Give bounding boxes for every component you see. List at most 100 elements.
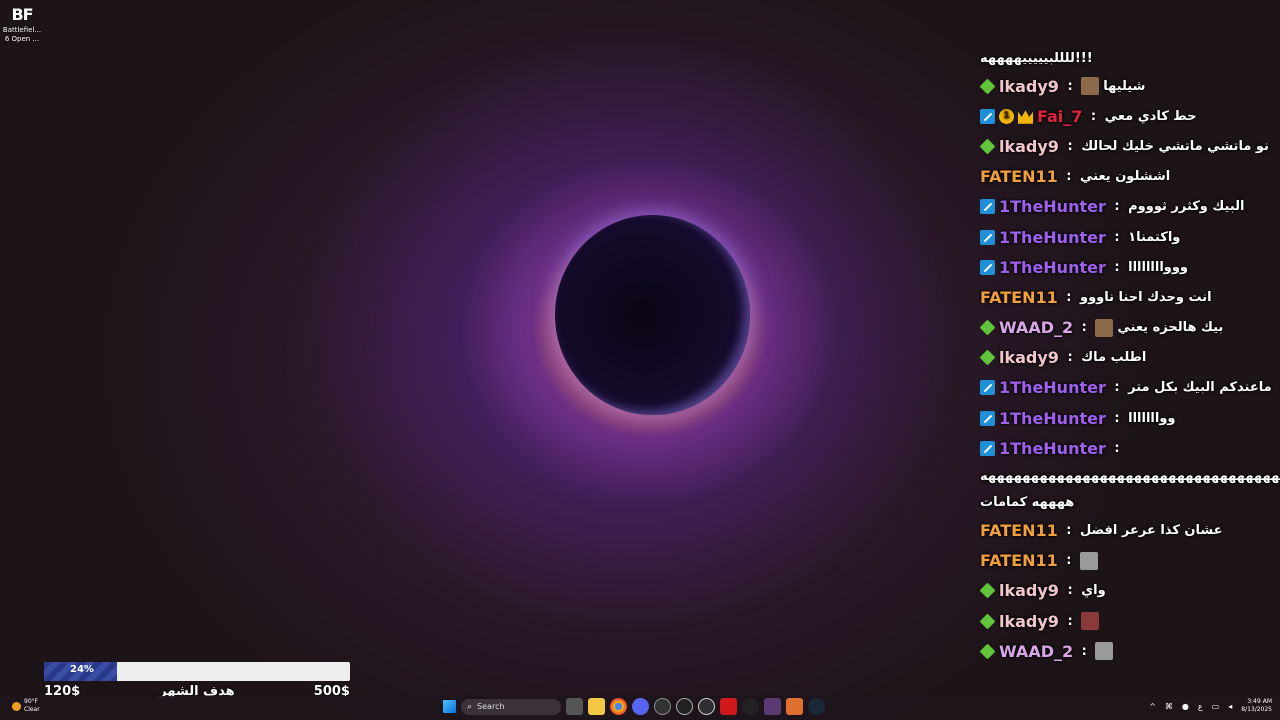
chat-separator: : xyxy=(1086,108,1101,124)
battlefield-app-icon[interactable] xyxy=(720,698,737,715)
chat-separator: : xyxy=(1077,320,1092,336)
sword-badge-icon xyxy=(980,108,995,124)
chat-username[interactable]: FATEN11 xyxy=(980,167,1058,186)
chat-message-text: واي xyxy=(1081,583,1106,599)
chat-message: 1TheHunter : ماعندكم البيك بكل متر xyxy=(980,373,1276,403)
app-icon-1[interactable] xyxy=(654,698,671,715)
chat-username[interactable]: 1TheHunter xyxy=(999,258,1106,277)
sword-badge-icon xyxy=(980,259,995,275)
chat-message: 1TheHunter : البيك وكثرر ثوووم xyxy=(980,192,1276,222)
chat-message-text: ماعندكم البيك بكل متر xyxy=(1128,380,1272,396)
app-icon-3[interactable] xyxy=(742,698,759,715)
sword-badge-icon xyxy=(980,199,995,215)
chat-emote-icon xyxy=(1081,77,1100,96)
search-icon: ⌕ xyxy=(467,701,473,712)
chat-username[interactable]: FATEN11 xyxy=(980,288,1058,307)
weather-widget[interactable]: 90°F Clear xyxy=(12,698,40,714)
desktop-shortcut-battlefield[interactable]: BF Battlefiel... 6 Open ... xyxy=(2,4,42,44)
steam-icon[interactable] xyxy=(808,698,825,715)
chat-separator: : xyxy=(1061,289,1076,305)
chat-message-text: ووواااااااا xyxy=(1128,259,1189,275)
chat-message-text: اطلب ماك xyxy=(1081,350,1147,366)
chat-username[interactable]: 1TheHunter xyxy=(999,409,1106,428)
chat-message-text: حط كادي معي xyxy=(1104,108,1197,124)
chat-overlay: !!!للللبيييييههههه lkady9 : شيليها 1 Fai_7 … xyxy=(979,45,1280,666)
chat-username[interactable]: 1TheHunter xyxy=(999,378,1106,397)
chat-username[interactable]: Fai_7 xyxy=(1037,107,1082,126)
taskbar-search-input[interactable]: ⌕ Search xyxy=(461,698,561,715)
chat-message: lkady9 : اطلب ماك xyxy=(979,343,1276,373)
windows-start-icon[interactable] xyxy=(443,700,456,713)
chat-separator: : xyxy=(1062,613,1078,629)
taskbar: 90°F Clear ⌕ Search ^ ⌘ ● ع ▭ ◂ 3:49 AM … xyxy=(0,696,1280,720)
chat-username[interactable]: 1TheHunter xyxy=(999,228,1106,247)
chat-message-row: ههههه كمامات xyxy=(980,495,1074,510)
weather-temp: 90°F xyxy=(24,698,39,705)
chat-username[interactable]: lkady9 xyxy=(999,348,1059,367)
network-icon[interactable]: ⌘ xyxy=(1165,702,1173,711)
chat-message-row: 1TheHunter : ووااااااا xyxy=(980,409,1175,428)
chat-separator: : xyxy=(1109,380,1125,396)
clock-date: 8/13/2025 xyxy=(1241,706,1272,713)
chat-username[interactable]: lkady9 xyxy=(999,612,1059,631)
chat-message: FATEN11 : xyxy=(980,546,1276,576)
chat-message: 1TheHunter : واكتمنا١ xyxy=(980,222,1276,252)
mic-icon[interactable]: ● xyxy=(1182,702,1189,711)
diamond-badge-icon xyxy=(979,643,996,660)
chrome-icon[interactable] xyxy=(610,698,627,715)
chat-message: ههههه كمامات xyxy=(980,489,1276,515)
chat-username[interactable]: lkady9 xyxy=(999,77,1059,96)
diamond-badge-icon xyxy=(979,582,996,599)
goal-progress-bar: 24% xyxy=(44,662,350,681)
language-indicator[interactable]: ع xyxy=(1198,702,1203,711)
file-explorer-icon[interactable] xyxy=(588,698,605,715)
clock-time: 3:49 AM xyxy=(1247,698,1272,705)
sword-badge-icon xyxy=(980,380,995,396)
app-icon-4[interactable] xyxy=(764,698,781,715)
chat-message-row: FATEN11 : انت وحدك احنا ناووو xyxy=(980,288,1212,307)
diamond-badge-icon xyxy=(979,613,996,630)
chat-separator: : xyxy=(1062,350,1078,366)
chat-message-text: شيليها xyxy=(1103,78,1146,94)
chat-message-row: lkady9 : شيليها xyxy=(979,77,1146,96)
chat-separator: : xyxy=(1061,553,1076,569)
chat-username[interactable]: FATEN11 xyxy=(980,551,1058,570)
weather-sun-icon xyxy=(12,701,21,711)
chat-username[interactable]: FATEN11 xyxy=(980,521,1058,540)
chat-separator: : xyxy=(1109,229,1125,245)
chat-username[interactable]: 1TheHunter xyxy=(999,197,1106,216)
chat-message-text: عشان كذا عرعر افضل xyxy=(1080,523,1223,539)
chat-username[interactable]: WAAD_2 xyxy=(999,318,1073,337)
app-icon-5[interactable] xyxy=(786,698,803,715)
chat-message-text: اششلون يعني xyxy=(1080,169,1171,185)
desktop-shortcut-label-1: Battlefiel... xyxy=(2,26,42,34)
app-icon-2[interactable] xyxy=(676,698,693,715)
chat-message: WAAD_2 : xyxy=(979,636,1276,666)
sword-badge-icon xyxy=(980,229,995,245)
chat-message-row: 1TheHunter : xyxy=(980,439,1128,458)
chat-username[interactable]: WAAD_2 xyxy=(999,642,1073,661)
chat-message-row: FATEN11 : اششلون يعني xyxy=(980,167,1170,186)
task-view-icon[interactable] xyxy=(566,698,583,715)
coin-badge-icon: 1 xyxy=(999,108,1014,124)
chat-message-row: WAAD_2 : بيك هالحزه يعني xyxy=(979,318,1223,337)
chat-username[interactable]: lkady9 xyxy=(999,137,1059,156)
chat-message: FATEN11 : انت وحدك احنا ناووو xyxy=(980,282,1276,312)
clock[interactable]: 3:49 AM 8/13/2025 xyxy=(1241,698,1272,714)
volume-icon[interactable]: ◂ xyxy=(1228,702,1232,711)
goal-progress-percent: 24% xyxy=(70,664,94,675)
chevron-up-icon[interactable]: ^ xyxy=(1149,702,1156,711)
obs-icon[interactable] xyxy=(698,698,715,715)
chat-message-text: !!!للللبيييييههههه xyxy=(980,50,1093,66)
chat-message-text: واكتمنا١ xyxy=(1128,229,1181,245)
discord-icon[interactable] xyxy=(632,698,649,715)
chat-username[interactable]: 1TheHunter xyxy=(999,439,1106,458)
chat-message-row: 1TheHunter : ماعندكم البيك بكل متر xyxy=(980,378,1272,397)
chat-username[interactable]: lkady9 xyxy=(999,581,1059,600)
chat-separator: : xyxy=(1109,440,1125,456)
chat-message: 1 Fai_7 : حط كادي معي xyxy=(980,101,1276,131)
diamond-badge-icon xyxy=(979,138,996,155)
chat-message-row: 1TheHunter : ووواااااااا xyxy=(980,258,1188,277)
wifi-icon[interactable]: ▭ xyxy=(1212,702,1220,711)
chat-message-row: !!!للللبيييييههههه xyxy=(980,51,1093,66)
